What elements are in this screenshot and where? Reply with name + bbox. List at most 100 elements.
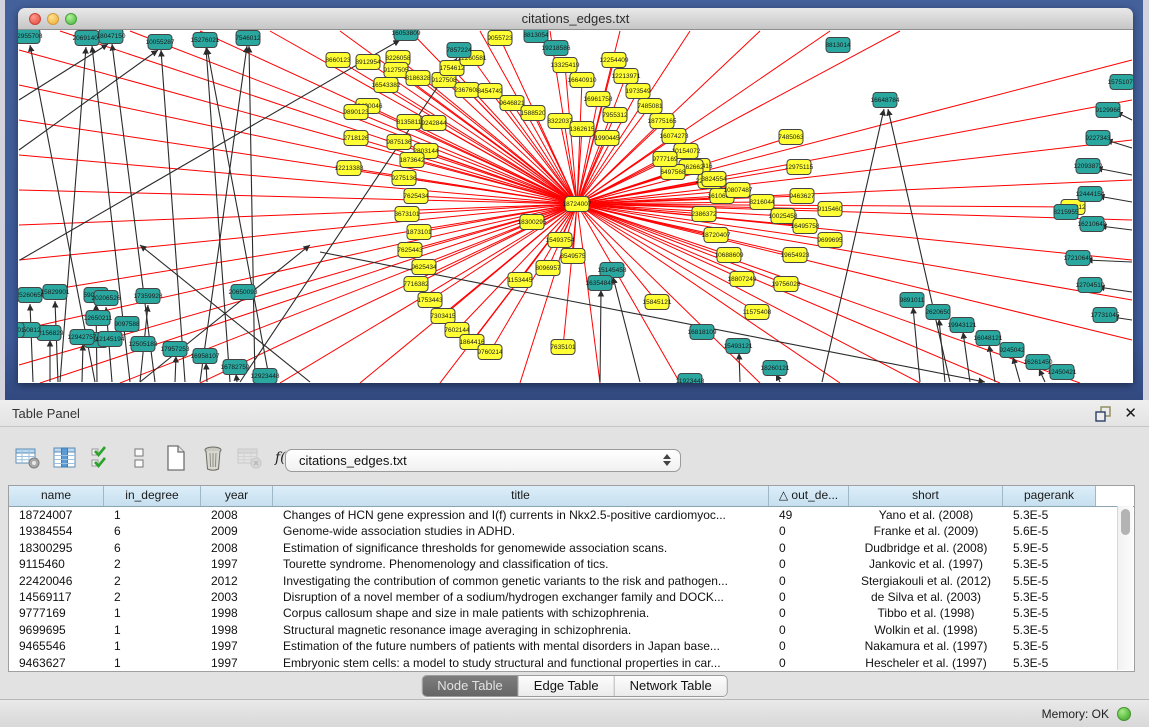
column-header-year[interactable]: year <box>201 486 273 506</box>
graph-node[interactable]: 19218586 <box>542 41 571 56</box>
graph-node[interactable]: 2620650 <box>925 305 951 320</box>
graph-node[interactable]: 7625434 <box>403 189 429 204</box>
delete-trash-icon[interactable] <box>199 444 227 472</box>
graph-node[interactable]: 1753443 <box>417 293 443 308</box>
table-row[interactable]: 911546021997Tourette syndrome. Phenomeno… <box>9 556 1134 572</box>
scrollbar-thumb[interactable] <box>1121 509 1130 535</box>
graph-node[interactable]: 3824554 <box>701 172 727 187</box>
network-canvas[interactable]: 1872400718300295866012389129548226058912… <box>18 30 1133 383</box>
close-panel-icon[interactable]: ✕ <box>1124 404 1137 422</box>
graph-node[interactable]: 16210643 <box>1078 217 1107 232</box>
column-header-in_degree[interactable]: in_degree <box>104 486 201 506</box>
graph-node[interactable]: 19943121 <box>948 318 977 333</box>
graph-node[interactable]: 3315901 <box>18 323 25 338</box>
graph-node[interactable]: 16261450 <box>1024 355 1053 370</box>
graph-node[interactable]: 7716382 <box>403 277 429 292</box>
graph-node[interactable]: 8660123 <box>325 53 351 68</box>
column-header-name[interactable]: name <box>9 486 104 506</box>
column-header-pagerank[interactable]: pagerank <box>1003 486 1096 506</box>
graph-node[interactable]: 1362615 <box>569 122 595 137</box>
graph-node[interactable]: 7635101 <box>550 340 576 355</box>
graph-node[interactable]: 12942757 <box>68 330 97 345</box>
graph-node[interactable]: 18807249 <box>728 272 757 287</box>
destroy-table-icon[interactable] <box>236 444 264 472</box>
column-header-title[interactable]: title <box>273 486 769 506</box>
column-header-short[interactable]: short <box>849 486 1003 506</box>
graph-node[interactable]: 7625443 <box>397 243 423 258</box>
select-columns-icon[interactable] <box>51 444 79 472</box>
graph-node[interactable]: 1588520 <box>520 106 546 121</box>
graph-node[interactable]: 17359928 <box>134 289 163 304</box>
graph-node[interactable]: 16053809 <box>392 30 421 41</box>
graph-node[interactable]: 2386372 <box>691 207 717 222</box>
graph-node[interactable]: 16640910 <box>568 73 597 88</box>
graph-node[interactable]: 10807487 <box>724 183 753 198</box>
graph-node[interactable]: 7303415 <box>430 309 456 324</box>
table-row[interactable]: 1830029562008Estimation of significance … <box>9 540 1134 556</box>
table-row[interactable]: 2242004622012Investigating the contribut… <box>9 573 1134 589</box>
graph-node[interactable]: 8215955 <box>1053 205 1079 220</box>
graph-node[interactable]: 17210649 <box>1064 251 1093 266</box>
graph-node[interactable]: 10055287 <box>146 35 175 50</box>
graph-node[interactable]: 8186328 <box>405 71 431 86</box>
graph-node[interactable]: 16048121 <box>974 331 1003 346</box>
table-row[interactable]: 969969511998Structural magnetic resonanc… <box>9 622 1134 638</box>
graph-node[interactable]: 15276021 <box>191 33 220 48</box>
graph-node[interactable]: 9699695 <box>817 233 843 248</box>
table-row[interactable]: 977716911998Corpus callosum shape and si… <box>9 605 1134 621</box>
graph-node[interactable]: 11923448 <box>676 374 705 384</box>
graph-node[interactable]: 15493754 <box>546 233 575 248</box>
graph-node[interactable]: 9891011 <box>900 293 925 308</box>
graph-node[interactable]: 15493121 <box>724 339 753 354</box>
graph-node[interactable]: 20650093 <box>229 285 258 300</box>
graph-node[interactable]: 17731045 <box>1091 308 1120 323</box>
graph-node[interactable]: 9129966 <box>1095 103 1121 118</box>
graph-node[interactable]: 12955708 <box>18 30 43 44</box>
graph-node[interactable]: 16818109 <box>688 325 717 340</box>
graph-node[interactable]: 18300295 <box>518 215 547 230</box>
graph-node[interactable]: 15751074 <box>1108 75 1133 90</box>
graph-node[interactable]: 2718126 <box>343 131 369 146</box>
select-all-icon[interactable] <box>88 444 116 472</box>
graph-node[interactable]: 7485081 <box>637 99 663 114</box>
graph-node[interactable]: 7546012 <box>235 31 261 46</box>
tab-network-table[interactable]: Network Table <box>615 676 727 696</box>
network-window[interactable]: citations_edges.txt 18724007183002958660… <box>18 8 1133 383</box>
graph-node[interactable]: 9097588 <box>114 317 140 332</box>
graph-node[interactable]: 9275136 <box>391 171 417 186</box>
graph-node[interactable]: 12450421 <box>1048 365 1077 380</box>
table-row[interactable]: 1456911722003Disruption of a novel membe… <box>9 589 1134 605</box>
graph-node[interactable]: 9760214 <box>477 345 503 360</box>
graph-node[interactable]: 16543382 <box>372 78 401 93</box>
graph-node[interactable]: 12444154 <box>1076 187 1105 202</box>
graph-node[interactable]: 12213383 <box>335 161 364 176</box>
graph-node[interactable]: 18720407 <box>702 228 731 243</box>
graph-node[interactable]: 10688609 <box>715 248 744 263</box>
graph-node[interactable]: 17957253 <box>161 342 190 357</box>
graph-node[interactable]: 1873642 <box>399 153 425 168</box>
graph-node[interactable]: 2367608 <box>454 83 480 98</box>
graph-node[interactable]: 16958107 <box>191 349 220 364</box>
table-selector-dropdown[interactable]: citations_edges.txt <box>285 449 681 472</box>
graph-node[interactable]: 12975115 <box>785 160 814 175</box>
graph-node[interactable]: 18775165 <box>648 114 677 129</box>
graph-node[interactable]: 11575408 <box>743 305 772 320</box>
graph-node[interactable]: 16648784 <box>871 93 900 108</box>
graph-node[interactable]: 12093872 <box>1074 159 1103 174</box>
graph-node[interactable]: 7857224 <box>446 43 472 58</box>
graph-node[interactable]: 8813014 <box>825 38 851 53</box>
graph-node[interactable]: 8135811 <box>397 115 422 130</box>
graph-node[interactable]: 9463627 <box>789 189 815 204</box>
graph-node[interactable]: 9242844 <box>421 116 447 131</box>
graph-node[interactable]: 18260121 <box>761 361 790 376</box>
graph-node[interactable]: 7955312 <box>602 108 628 123</box>
graph-node[interactable]: 3673101 <box>394 207 420 222</box>
graph-node[interactable]: 12505183 <box>129 337 158 352</box>
table-row[interactable]: 1938455462009Genome-wide association stu… <box>9 523 1134 539</box>
graph-node[interactable]: 16961758 <box>584 92 613 107</box>
graph-node[interactable]: 9227343 <box>1085 131 1111 146</box>
column-header-out_de[interactable]: △ out_de... <box>769 486 849 506</box>
graph-node[interactable]: 12254409 <box>600 53 629 68</box>
graph-node[interactable]: 12213971 <box>612 69 641 84</box>
graph-node[interactable]: 13325419 <box>551 58 580 73</box>
